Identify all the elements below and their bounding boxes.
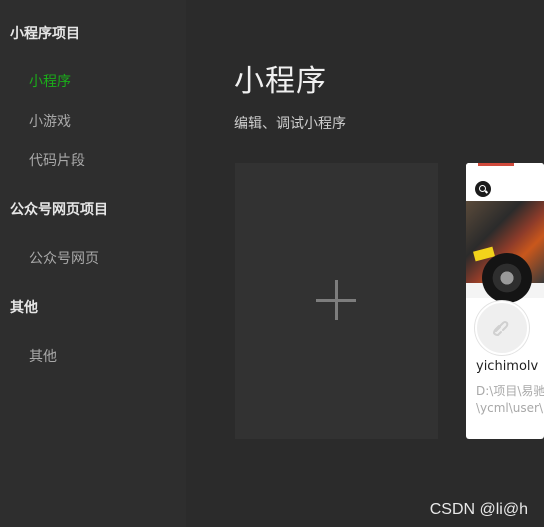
- project-name: yichimolv: [476, 359, 539, 374]
- sidebar-item-minigame[interactable]: 小游戏: [29, 111, 71, 131]
- section-title-other: 其他: [10, 300, 38, 316]
- sidebar-item-code-snippet[interactable]: 代码片段: [29, 150, 85, 170]
- sidebar-item-miniprogram[interactable]: 小程序: [29, 71, 71, 91]
- project-cover: [466, 163, 544, 303]
- sidebar-item-other[interactable]: 其他: [29, 346, 57, 366]
- project-path-line1: D:\项目\易驰: [476, 384, 544, 398]
- sidebar-item-official-account-web[interactable]: 公众号网页: [29, 248, 99, 268]
- section-title-official-account-projects: 公众号网页项目: [10, 202, 108, 218]
- main-content: 小程序 编辑、调试小程序 yichimolv D:\项目\易驰 \ycml\us…: [186, 0, 544, 527]
- project-path-line2: \ycml\user\u: [476, 401, 544, 415]
- link-icon: [492, 321, 509, 336]
- project-path: D:\项目\易驰 \ycml\user\u: [476, 383, 544, 417]
- section-title-miniprogram-projects: 小程序项目: [10, 26, 80, 42]
- cover-image: [466, 201, 544, 303]
- project-card[interactable]: yichimolv D:\项目\易驰 \ycml\user\u: [466, 163, 544, 439]
- page-subtitle: 编辑、调试小程序: [234, 116, 346, 132]
- project-avatar: [475, 301, 529, 355]
- app-window: 小程序项目 小程序 小游戏 代码片段 公众号网页项目 公众号网页 其他 其他 小…: [0, 0, 544, 527]
- watermark: CSDN @li@h: [429, 501, 528, 518]
- search-icon: [475, 181, 491, 197]
- new-project-button[interactable]: [235, 163, 438, 439]
- page-title: 小程序: [234, 64, 327, 99]
- sidebar: 小程序项目 小程序 小游戏 代码片段 公众号网页项目 公众号网页 其他 其他: [0, 0, 186, 527]
